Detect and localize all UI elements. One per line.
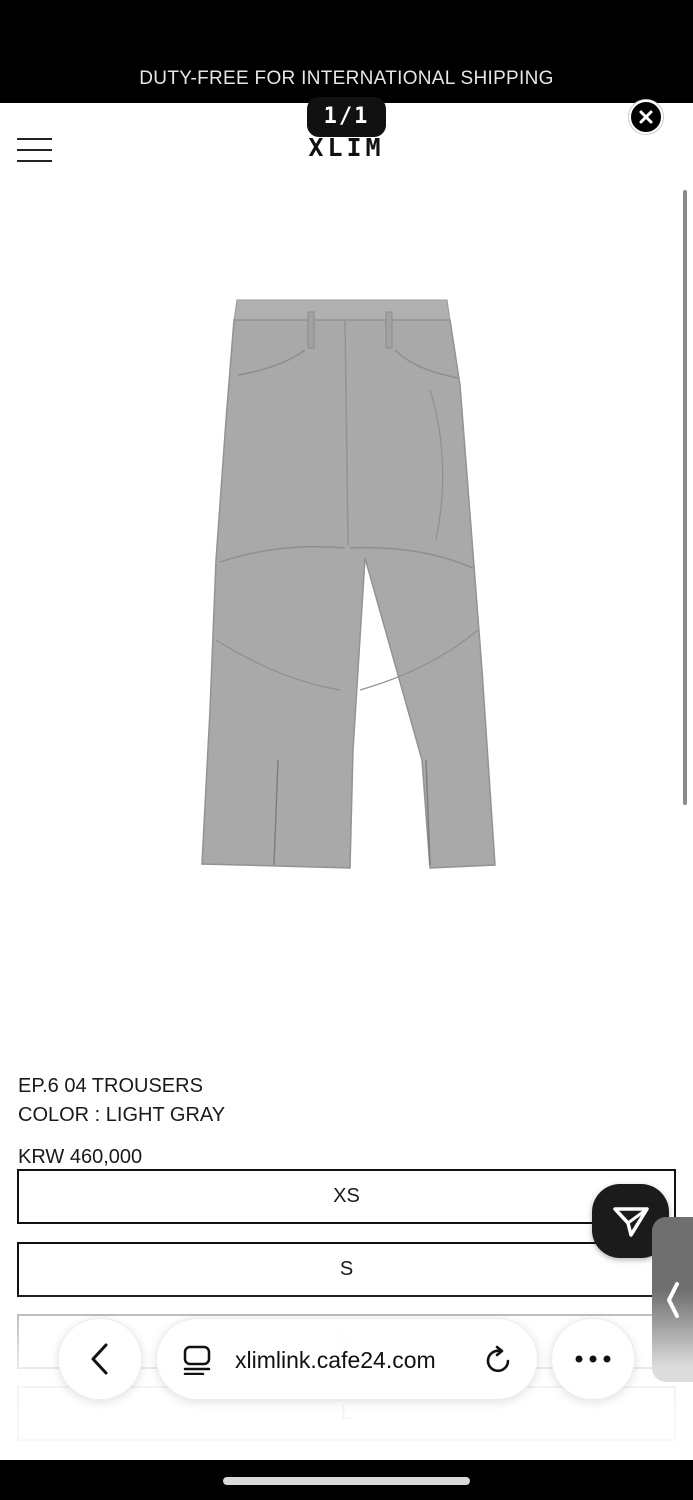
close-icon	[639, 110, 653, 124]
back-icon	[91, 1343, 108, 1375]
reader-icon[interactable]	[183, 1345, 211, 1375]
size-option-xs[interactable]: XS	[17, 1169, 676, 1224]
brand-logo[interactable]: XLIM	[0, 133, 693, 162]
reload-icon[interactable]	[484, 1345, 514, 1375]
size-option-s[interactable]: S	[17, 1242, 676, 1297]
product-name: EP.6 04 TROUSERS	[18, 1075, 203, 1097]
more-icon	[575, 1355, 611, 1363]
url-text[interactable]: xlimlink.cafe24.com	[235, 1347, 436, 1374]
send-icon	[612, 1207, 649, 1237]
product-image	[201, 299, 496, 869]
promo-text: DUTY-FREE FOR INTERNATIONAL SHIPPING	[139, 68, 554, 89]
address-bar[interactable]: xlimlink.cafe24.com	[156, 1318, 538, 1400]
close-button[interactable]	[629, 100, 663, 134]
product-color: COLOR : LIGHT GRAY	[18, 1104, 226, 1126]
home-indicator[interactable]	[223, 1477, 470, 1485]
product-price: KRW 460,000	[18, 1146, 143, 1168]
more-button[interactable]	[551, 1318, 635, 1400]
gallery-counter: 1/1	[307, 97, 386, 137]
back-button[interactable]	[58, 1318, 142, 1400]
scrollbar[interactable]	[683, 190, 687, 805]
